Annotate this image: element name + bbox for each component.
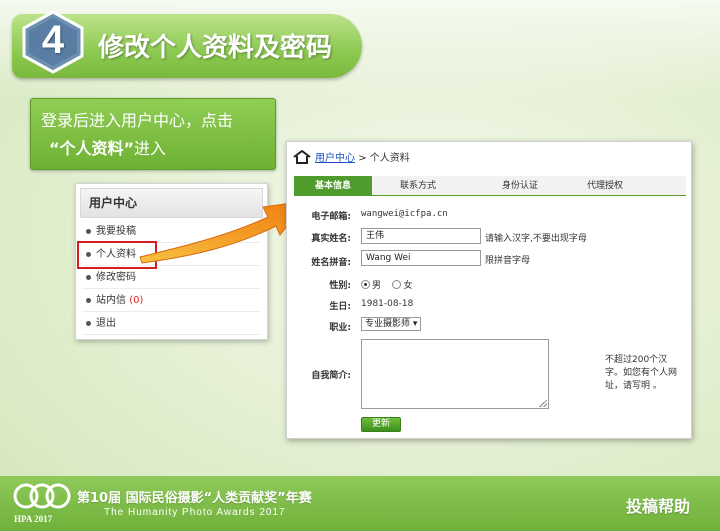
pinyin-name-input[interactable]: Wang Wei [361, 250, 481, 266]
menu-item-label: 修改密码 [96, 272, 136, 283]
footer-subtitle: The Humanity Photo Awards 2017 [104, 507, 286, 518]
footer-help-label: 投稿帮助 [626, 497, 691, 516]
breadcrumb-separator: > [358, 153, 367, 164]
real-name-input[interactable]: 王伟 [361, 228, 481, 244]
gender-male-label: 男 [372, 281, 382, 291]
resize-grip-icon[interactable] [539, 399, 547, 407]
gender-female-label: 女 [403, 281, 413, 291]
tab-agent[interactable]: 代理授权 [576, 176, 634, 195]
bullet-icon [86, 228, 91, 234]
update-button[interactable]: 更新 [361, 417, 401, 432]
instruction-highlight: “个人资料” [49, 139, 135, 158]
instruction-box: 登录后进入用户中心，点击 “个人资料”进入 [30, 98, 276, 170]
bullet-icon [86, 320, 91, 326]
home-icon[interactable] [293, 150, 311, 164]
hpa-logo-text: HPA 2017 [10, 480, 74, 528]
real-name-label: 真实姓名: [311, 234, 351, 244]
breadcrumb-current: 个人资料 [369, 153, 410, 164]
birthday-value: 1981-08-18 [361, 299, 414, 309]
bio-textarea[interactable] [361, 339, 549, 409]
instruction-line-1: 登录后进入用户中心，点击 [41, 111, 234, 130]
profile-tabs: 基本信息 联系方式 身份认证 代理授权 [294, 176, 686, 196]
gender-male-radio[interactable] [361, 280, 370, 289]
email-value: wangwei@icfpa.cn [361, 209, 448, 219]
tab-identity[interactable]: 身份认证 [464, 176, 576, 195]
footer-title: 第10届 国际民俗摄影“人类贡献奖”年赛 [77, 491, 312, 506]
gender-options: 男 女 [361, 278, 412, 291]
instruction-rest: 进入 [134, 139, 167, 158]
bullet-icon [86, 251, 91, 257]
bio-label: 自我简介: [311, 371, 351, 381]
bullet-icon [86, 297, 91, 303]
step-number-badge: 4 [20, 10, 86, 74]
step-number: 4 [41, 18, 65, 62]
pinyin-name-hint: 限拼音字母 [485, 256, 531, 266]
tab-basic-info[interactable]: 基本信息 [294, 176, 372, 195]
pinyin-name-label: 姓名拼音: [311, 258, 351, 268]
hpa-logo-label: HPA 2017 [14, 514, 53, 524]
menu-item-label: 站内信 [96, 295, 126, 306]
bio-hint: 不超过200个汉字。如您有个人网址，请写明 。 [605, 355, 678, 391]
occupation-select[interactable]: 专业摄影师 ▾ [361, 317, 422, 331]
gender-label: 性别: [329, 281, 351, 291]
menu-item-label: 退出 [96, 318, 116, 329]
profile-form-panel: 用户中心 > 个人资料 基本信息 联系方式 身份认证 代理授权 电子邮箱: wa… [286, 141, 692, 439]
birthday-label: 生日: [329, 302, 351, 312]
email-label: 电子邮箱: [311, 212, 351, 222]
slide-title: 修改个人资料及密码 [98, 33, 333, 63]
menu-item-messages[interactable]: 站内信 (0) [82, 289, 261, 312]
message-count-badge: (0) [129, 295, 144, 306]
gender-female-radio[interactable] [392, 280, 402, 289]
pointer-arrow-icon [139, 200, 308, 264]
tab-contact[interactable]: 联系方式 [372, 176, 464, 195]
footer-bar: HPA 2017 第10届 国际民俗摄影“人类贡献奖”年赛 The Humani… [0, 476, 720, 531]
menu-item-logout[interactable]: 退出 [82, 312, 261, 335]
breadcrumb: 用户中心 > 个人资料 [293, 149, 410, 164]
bullet-icon [86, 274, 91, 280]
occupation-selected-value: 专业摄影师 [365, 319, 411, 329]
real-name-hint: 请输入汉字,不要出现字母 [485, 234, 587, 244]
instruction-line-2: “个人资料”进入 [41, 135, 265, 163]
breadcrumb-link-user-center[interactable]: 用户中心 [315, 153, 355, 164]
occupation-label: 职业: [329, 323, 351, 333]
